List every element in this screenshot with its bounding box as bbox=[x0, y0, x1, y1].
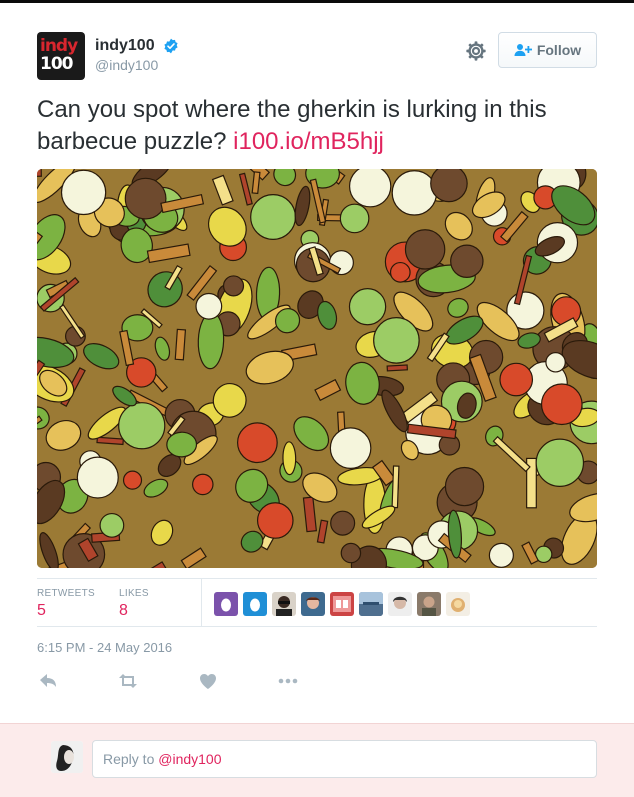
person-avatar-icon bbox=[276, 596, 292, 616]
top-bar bbox=[0, 0, 634, 3]
person-avatar-icon bbox=[306, 597, 320, 609]
tweet-text: Can you spot where the gherkin is lurkin… bbox=[37, 94, 597, 158]
food-shape bbox=[118, 402, 166, 450]
food-shape bbox=[256, 502, 294, 539]
food-shape bbox=[222, 275, 245, 297]
food-shape bbox=[488, 542, 514, 568]
food-shape bbox=[373, 317, 420, 364]
barbecue-puzzle-image bbox=[37, 169, 597, 568]
retweets-count: 5 bbox=[37, 602, 46, 619]
liker-avatar[interactable] bbox=[446, 592, 470, 616]
account-name[interactable]: indy100 bbox=[95, 37, 155, 55]
food-shape bbox=[166, 431, 198, 458]
food-shape bbox=[444, 466, 485, 507]
logo-text-top: indy bbox=[40, 36, 78, 56]
photo-avatar-icon bbox=[333, 596, 351, 612]
food-shape bbox=[340, 542, 362, 564]
likes-stat[interactable]: LIKES 8 bbox=[119, 588, 149, 620]
follow-button[interactable]: Follow bbox=[498, 32, 597, 68]
reply-input[interactable]: Reply to @indy100 bbox=[92, 740, 597, 778]
food-shape bbox=[37, 169, 42, 177]
landscape-avatar-icon bbox=[359, 592, 383, 616]
user-avatar bbox=[51, 741, 83, 773]
retweets-stat[interactable]: RETWEETS 5 bbox=[37, 588, 95, 620]
person-avatar-icon bbox=[393, 596, 407, 609]
liker-avatar[interactable] bbox=[301, 592, 325, 616]
more-icon[interactable] bbox=[277, 670, 299, 692]
food-shape bbox=[195, 292, 223, 320]
food-shape bbox=[99, 512, 125, 538]
reply-area: Reply to @indy100 bbox=[0, 723, 634, 797]
add-user-icon bbox=[514, 44, 532, 56]
food-shape bbox=[124, 177, 167, 220]
food-shape bbox=[282, 441, 297, 476]
food-shape bbox=[391, 170, 438, 216]
account-names: indy100 @indy100 bbox=[95, 37, 179, 73]
liker-avatar[interactable] bbox=[214, 592, 238, 616]
tweet-link[interactable]: i100.io/mB5hjj bbox=[233, 128, 384, 155]
likes-label: LIKES bbox=[119, 588, 149, 599]
food-shape bbox=[450, 244, 484, 278]
account-avatar[interactable]: indy 100 bbox=[37, 32, 85, 80]
tweet-image[interactable] bbox=[37, 169, 597, 568]
egg-avatar-icon bbox=[250, 598, 260, 612]
food-shape bbox=[174, 328, 187, 361]
reply-mention: @indy100 bbox=[158, 751, 222, 767]
user-photo-icon bbox=[51, 741, 83, 773]
food-shape bbox=[192, 473, 214, 496]
food-shape bbox=[330, 510, 356, 536]
food-shape bbox=[329, 427, 372, 469]
food-shape bbox=[96, 436, 124, 446]
food-shape bbox=[545, 351, 566, 373]
liker-avatar[interactable] bbox=[243, 592, 267, 616]
follow-label: Follow bbox=[536, 42, 582, 58]
food-shape bbox=[535, 438, 585, 487]
food-shape bbox=[540, 383, 583, 426]
liker-avatar[interactable] bbox=[359, 592, 383, 616]
verified-badge-icon bbox=[164, 38, 178, 54]
food-shape bbox=[499, 362, 534, 397]
stats-divider bbox=[201, 579, 202, 626]
food-shape bbox=[386, 364, 408, 372]
food-shape bbox=[76, 456, 119, 499]
liker-avatar[interactable] bbox=[388, 592, 412, 616]
liker-avatar[interactable] bbox=[330, 592, 354, 616]
tweet-timestamp[interactable]: 6:15 PM - 24 May 2016 bbox=[37, 640, 172, 655]
heart-icon[interactable] bbox=[197, 670, 219, 692]
food-avatar-icon bbox=[451, 598, 465, 612]
retweet-icon[interactable] bbox=[117, 670, 139, 692]
food-shape bbox=[339, 203, 370, 234]
logo-text-bottom: 100 bbox=[40, 54, 73, 74]
person-avatar-icon bbox=[422, 596, 436, 616]
reply-icon[interactable] bbox=[37, 670, 59, 692]
likes-count: 8 bbox=[119, 602, 128, 619]
tweet-header: indy 100 indy100 @indy100 Follow bbox=[37, 32, 597, 82]
likers-avatars bbox=[214, 592, 475, 616]
food-shape bbox=[348, 287, 387, 326]
food-shape bbox=[389, 261, 411, 283]
egg-avatar-icon bbox=[221, 598, 231, 612]
food-shape bbox=[236, 422, 278, 464]
reply-prefix: Reply to bbox=[103, 751, 159, 767]
food-shape bbox=[404, 229, 446, 270]
liker-avatar[interactable] bbox=[272, 592, 296, 616]
gear-icon[interactable] bbox=[465, 40, 487, 62]
account-handle[interactable]: @indy100 bbox=[95, 57, 179, 73]
food-shape bbox=[348, 169, 392, 208]
tweet-actions bbox=[37, 670, 337, 692]
liker-avatar[interactable] bbox=[417, 592, 441, 616]
food-shape bbox=[122, 470, 143, 490]
food-shape bbox=[60, 169, 107, 216]
food-shape bbox=[430, 169, 468, 203]
retweets-label: RETWEETS bbox=[37, 588, 95, 599]
food-shape bbox=[250, 194, 297, 240]
food-shape bbox=[391, 465, 400, 509]
tweet-stats: RETWEETS 5 LIKES 8 bbox=[37, 578, 597, 627]
